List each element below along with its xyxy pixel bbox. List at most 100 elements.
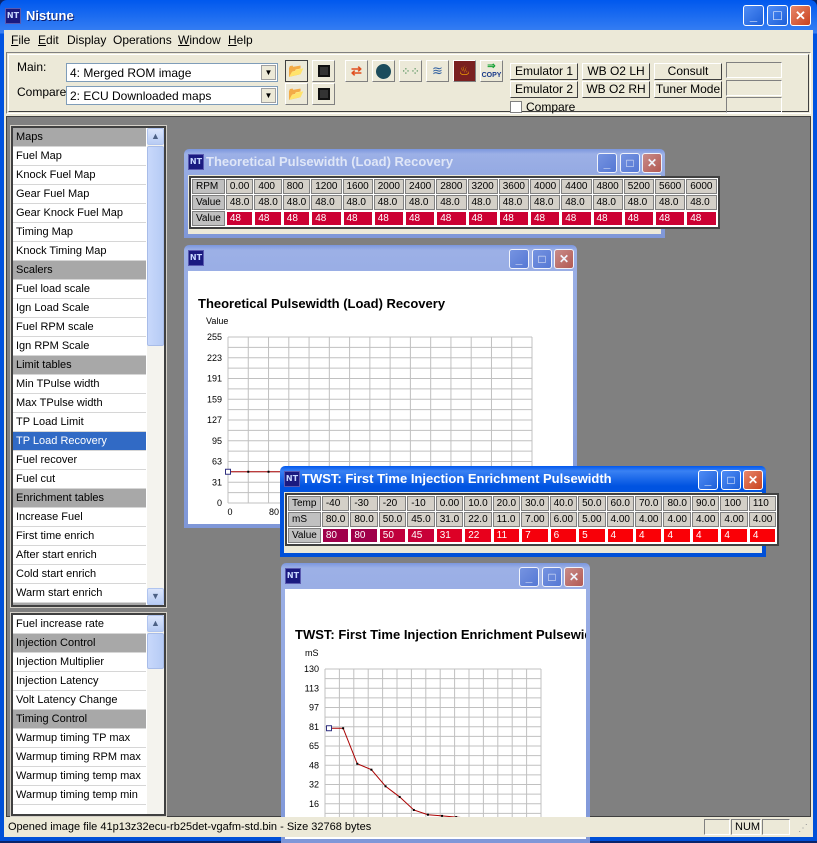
table-cell[interactable]: 48 (655, 211, 686, 226)
list-item[interactable]: Injection Multiplier (13, 653, 146, 672)
table-cell[interactable]: 45.0 (407, 512, 435, 527)
list-item[interactable]: TP Load Limit (13, 413, 146, 432)
table-cell[interactable]: 7.00 (521, 512, 549, 527)
table-cell[interactable]: 80.0 (350, 512, 378, 527)
table-cell[interactable]: 48 (623, 211, 654, 226)
list-item[interactable]: Warmup timing temp max (13, 767, 146, 786)
table-cell[interactable]: 48 (342, 211, 373, 226)
list-item[interactable]: Ign Load Scale (13, 299, 146, 318)
table-cell[interactable]: 3600 (498, 179, 529, 194)
resize-grip-icon[interactable]: ⋰ (798, 823, 808, 834)
list-group-header[interactable]: Timing Control (13, 710, 146, 729)
window-close-button[interactable]: ✕ (743, 470, 763, 490)
list-item[interactable]: Fuel RPM scale (13, 318, 146, 337)
graph-button[interactable]: ≋ (426, 60, 449, 82)
table-cell[interactable]: 50 (378, 528, 407, 543)
injectors-button[interactable]: ⁘⁘ (399, 60, 422, 82)
tuner-mode-button[interactable]: Tuner Mode (654, 81, 722, 98)
menu-window[interactable]: Window (178, 33, 221, 47)
table-cell[interactable]: 4 (748, 528, 777, 543)
open-main-button[interactable]: 📂 (285, 60, 308, 82)
table-cell[interactable]: 4 (606, 528, 634, 543)
table-cell[interactable]: 4.00 (635, 512, 663, 527)
table-cell[interactable]: 48.0 (686, 195, 717, 210)
table-cell[interactable]: 110 (748, 496, 777, 511)
table-cell[interactable]: 40.0 (549, 496, 578, 511)
maximize-button[interactable]: □ (767, 5, 788, 26)
table-cell[interactable]: -30 (350, 496, 378, 511)
list-group-header[interactable]: Timing tables (13, 603, 146, 605)
wb-o2-rh-button[interactable]: WB O2 RH (582, 81, 650, 98)
table-cell[interactable]: 48 (498, 211, 529, 226)
menu-display[interactable]: Display (67, 33, 106, 47)
list-item[interactable]: Gear Fuel Map (13, 185, 146, 204)
window-minimize-button[interactable]: _ (597, 153, 617, 173)
table-cell[interactable]: 4000 (530, 179, 561, 194)
window-close-button[interactable]: ✕ (642, 153, 662, 173)
map-list-scrollbar[interactable]: ▲ ▼ (147, 128, 164, 605)
window-maximize-button[interactable]: □ (620, 153, 640, 173)
table-cell[interactable]: 31 (435, 528, 464, 543)
window-maximize-button[interactable]: □ (542, 567, 562, 587)
table-cell[interactable]: 400 (254, 179, 282, 194)
table-cell[interactable]: 4.00 (606, 512, 634, 527)
list-item[interactable]: Fuel load scale (13, 280, 146, 299)
table-cell[interactable]: 3200 (467, 179, 498, 194)
table-cell[interactable]: 48.0 (498, 195, 529, 210)
table-cell[interactable]: 48.0 (592, 195, 623, 210)
table-cell[interactable]: 800 (282, 179, 311, 194)
line-chart[interactable]: TWST: First Time Injection Enrichment Pu… (285, 589, 586, 839)
table-cell[interactable]: 4 (663, 528, 691, 543)
compare-image-select[interactable]: 2: ECU Downloaded maps ▼ (66, 86, 278, 105)
table-cell[interactable]: 60.0 (606, 496, 634, 511)
copy-button[interactable]: ⇒ COPY (480, 60, 503, 82)
table-cell[interactable]: 48.0 (561, 195, 592, 210)
list-item[interactable]: Fuel recover (13, 451, 146, 470)
table-cell[interactable]: 48 (311, 211, 342, 226)
emulator-1-button[interactable]: Emulator 1 (510, 63, 578, 80)
table-cell[interactable]: 80 (350, 528, 378, 543)
scroll-thumb[interactable] (147, 633, 164, 669)
open-compare-button[interactable]: 📂 (285, 83, 308, 105)
list-item[interactable]: Injection Latency (13, 672, 146, 691)
list-item[interactable]: Fuel Map (13, 147, 146, 166)
table-cell[interactable]: 10.0 (464, 496, 492, 511)
table-cell[interactable]: 48.0 (342, 195, 373, 210)
window-minimize-button[interactable]: _ (519, 567, 539, 587)
list-item[interactable]: Knock Timing Map (13, 242, 146, 261)
table-cell[interactable]: 22 (464, 528, 492, 543)
table-cell[interactable]: 80.0 (663, 496, 691, 511)
table-cell[interactable]: 48 (282, 211, 311, 226)
control-list-scrollbar[interactable]: ▲ (147, 615, 164, 814)
table-cell[interactable]: 48.0 (623, 195, 654, 210)
scroll-thumb[interactable] (147, 146, 164, 346)
list-item[interactable]: Warm start enrich (13, 584, 146, 603)
wb-o2-lh-button[interactable]: WB O2 LH (582, 63, 650, 80)
table-cell[interactable]: 48.0 (225, 195, 254, 210)
list-item[interactable]: Knock Fuel Map (13, 166, 146, 185)
table-cell[interactable]: 48.0 (530, 195, 561, 210)
table-cell[interactable]: 48 (436, 211, 467, 226)
table-cell[interactable]: 2400 (405, 179, 436, 194)
table-cell[interactable]: 50.0 (378, 512, 407, 527)
table-cell[interactable]: 48 (405, 211, 436, 226)
table-cell[interactable]: 48.0 (254, 195, 282, 210)
list-item[interactable]: Max TPulse width (13, 394, 146, 413)
table-cell[interactable]: 4 (635, 528, 663, 543)
table-cell[interactable]: 80 (321, 528, 350, 543)
table-cell[interactable]: 48 (686, 211, 717, 226)
compare-checkbox[interactable] (510, 101, 522, 113)
list-item[interactable]: Cold start enrich (13, 565, 146, 584)
list-item[interactable]: Ign RPM Scale (13, 337, 146, 356)
swap-button[interactable]: ⇄ (345, 60, 368, 82)
table-cell[interactable]: 80.0 (321, 512, 350, 527)
scroll-down-icon[interactable]: ▼ (147, 588, 164, 605)
list-group-header[interactable]: Limit tables (13, 356, 146, 375)
list-item[interactable]: Warmup timing RPM max (13, 748, 146, 767)
list-item[interactable]: Fuel cut (13, 470, 146, 489)
table-cell[interactable]: 5600 (655, 179, 686, 194)
table-cell[interactable]: 5.00 (578, 512, 606, 527)
main-image-select[interactable]: 4: Merged ROM image ▼ (66, 63, 278, 82)
menu-edit[interactable]: Edit (38, 33, 59, 47)
table-cell[interactable]: 22.0 (464, 512, 492, 527)
